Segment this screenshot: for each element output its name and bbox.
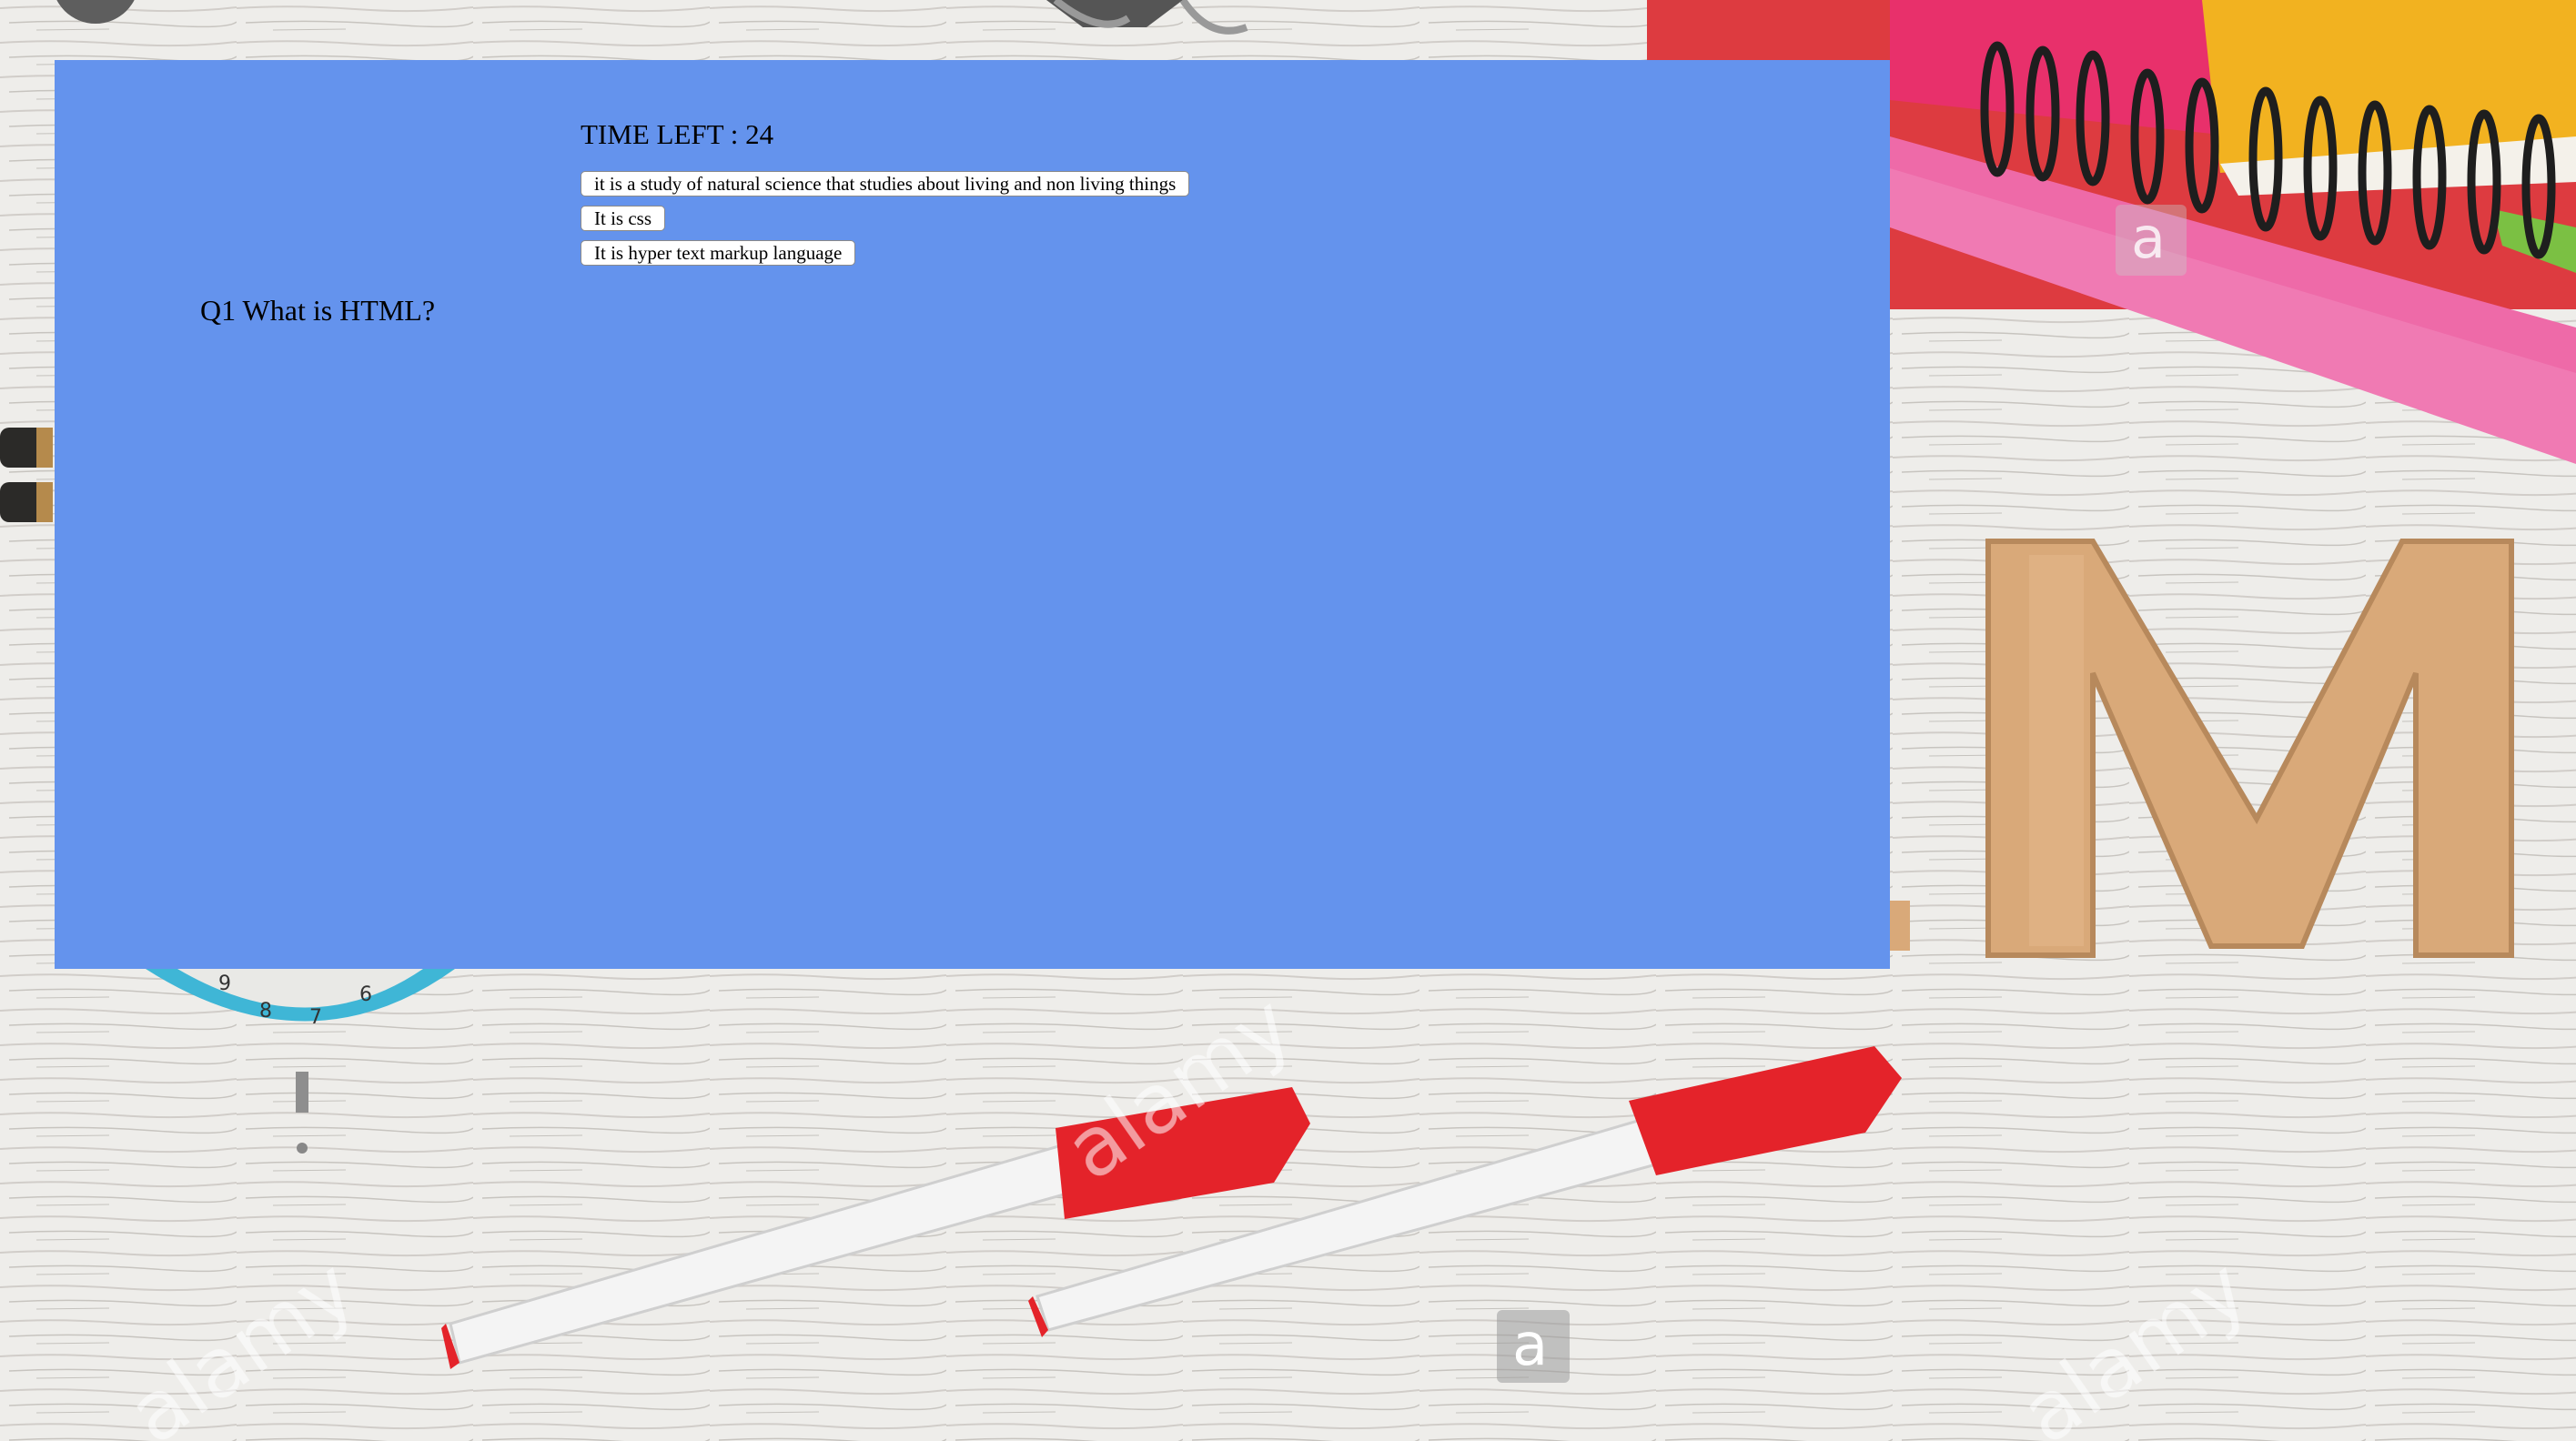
svg-text:6: 6 bbox=[359, 983, 372, 1006]
timer-label: TIME LEFT : 24 bbox=[581, 118, 774, 150]
svg-text:8: 8 bbox=[259, 1000, 272, 1023]
answer-option-2[interactable]: It is css bbox=[581, 206, 665, 231]
wooden-letter-partial bbox=[1890, 901, 1910, 951]
svg-text:a: a bbox=[2131, 205, 2166, 271]
svg-text:9: 9 bbox=[218, 972, 231, 995]
answer-option-3[interactable]: It is hyper text markup language bbox=[581, 240, 856, 266]
quiz-panel: TIME LEFT : 24 Q1 What is HTML? it is a … bbox=[55, 60, 1890, 969]
svg-text:7: 7 bbox=[309, 1006, 322, 1029]
question-text: Q1 What is HTML? bbox=[200, 294, 436, 327]
svg-text:a: a bbox=[1512, 1312, 1548, 1379]
answer-option-1[interactable]: it is a study of natural science that st… bbox=[581, 171, 1190, 196]
